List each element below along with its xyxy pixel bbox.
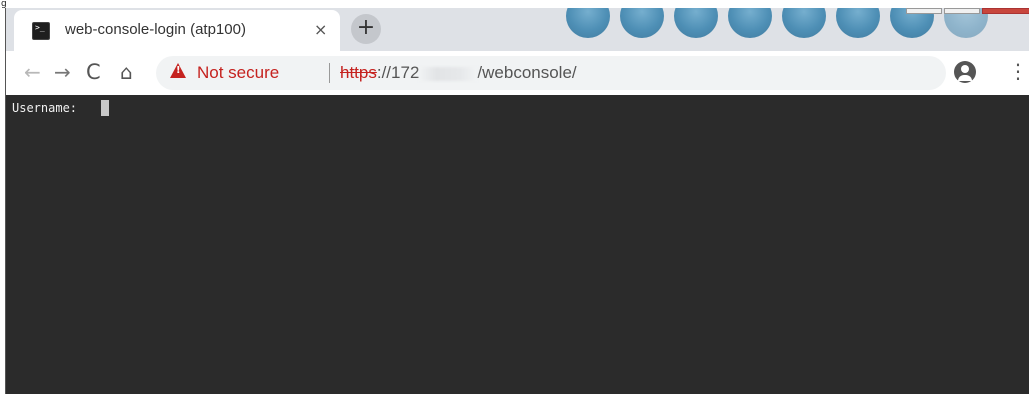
text-cursor[interactable] xyxy=(101,100,109,116)
warning-icon[interactable] xyxy=(170,63,186,78)
tab-title: web-console-login (atp100) xyxy=(65,21,246,38)
url-scheme: https xyxy=(340,63,377,82)
close-icon[interactable]: × xyxy=(314,20,327,39)
reload-icon[interactable]: C xyxy=(86,60,101,84)
security-status[interactable]: Not secure xyxy=(197,63,279,83)
back-arrow-icon[interactable]: ← xyxy=(24,60,41,84)
account-icon[interactable] xyxy=(954,61,976,83)
terminal-console[interactable]: Username: xyxy=(6,95,1029,394)
address-bar[interactable]: Not secure https://172/webconsole/ ☆ xyxy=(156,56,946,90)
forward-arrow-icon[interactable]: → xyxy=(54,60,71,84)
kebab-menu-icon[interactable]: ⋮ xyxy=(1008,59,1028,83)
browser-toolbar: ← → C ⌂ Not secure https://172/webconsol… xyxy=(6,51,1029,95)
url-text[interactable]: https://172/webconsole/ xyxy=(340,63,577,83)
tab-web-console-login[interactable]: >_ web-console-login (atp100) × xyxy=(14,10,340,51)
home-icon[interactable]: ⌂ xyxy=(120,60,133,84)
window-close-button[interactable] xyxy=(982,8,1029,14)
browser-window: >_ web-console-login (atp100) × + ← → C … xyxy=(5,8,1029,394)
window-maximize-button[interactable] xyxy=(944,8,980,14)
url-path: /webconsole/ xyxy=(477,63,577,82)
tab-strip: >_ web-console-login (atp100) × + xyxy=(6,8,1029,51)
terminal-favicon-icon: >_ xyxy=(32,22,50,40)
url-host: ://172 xyxy=(376,63,420,82)
address-separator xyxy=(329,63,330,83)
new-tab-button[interactable]: + xyxy=(351,14,381,44)
url-host-obscured xyxy=(419,66,478,81)
caption-text: g xyxy=(0,0,1029,8)
username-prompt: Username: xyxy=(12,101,85,115)
window-minimize-button[interactable] xyxy=(906,8,942,14)
